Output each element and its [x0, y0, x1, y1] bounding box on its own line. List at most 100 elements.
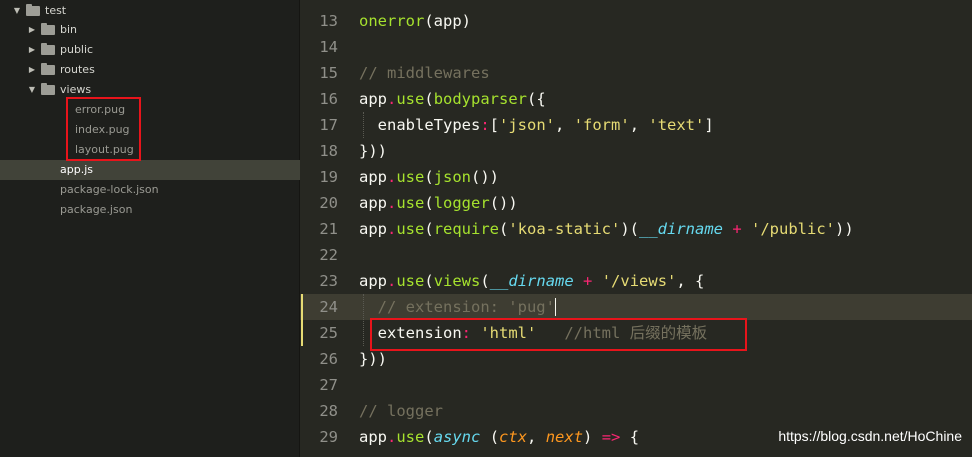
code-line[interactable]: 28 // logger	[300, 398, 972, 424]
code-token: app	[359, 90, 387, 108]
code-token: .	[387, 220, 397, 238]
code-token: app	[359, 194, 387, 212]
folder-icon	[41, 23, 55, 35]
code-token: }))	[359, 350, 387, 368]
code-token: ,	[629, 116, 649, 134]
code-token: )	[583, 428, 602, 446]
code-token: )(	[620, 220, 640, 238]
code-editor[interactable]: 13 onerror(app) 14 15// middlewares 16 app.us…	[300, 0, 972, 457]
folder-label: routes	[60, 63, 95, 76]
code-token: .	[387, 428, 397, 446]
code-token: .	[387, 272, 397, 290]
code-token: :	[480, 116, 490, 134]
code-text: app.use(require('koa-static')(__dirname …	[359, 216, 854, 242]
code-line[interactable]: 13 onerror(app)	[300, 8, 972, 34]
annotation-highlight-box	[66, 97, 141, 161]
code-line[interactable]: 17 enableTypes:['json', 'form', 'text']	[300, 112, 972, 138]
code-token: use	[396, 220, 425, 238]
line-number: 23	[319, 272, 338, 290]
code-token: ())	[471, 168, 500, 186]
folder-label: test	[45, 4, 67, 17]
code-line[interactable]: 21 app.use(require('koa-static')(__dirnam…	[300, 216, 972, 242]
tree-file-index-pug[interactable]: index.pug	[0, 120, 300, 140]
code-token: .	[387, 194, 397, 212]
code-token: 'koa-static'	[508, 220, 621, 238]
line-number: 28	[319, 402, 338, 420]
code-token: require	[433, 220, 500, 238]
code-line[interactable]: 14	[300, 34, 972, 60]
caret-right-icon[interactable]: ▶	[27, 20, 37, 40]
tree-file-package-lock-json[interactable]: package-lock.json	[0, 180, 300, 200]
code-token: (	[424, 90, 434, 108]
code-text: onerror(app)	[359, 8, 471, 34]
code-line[interactable]: 15 // middlewares	[300, 60, 972, 86]
tree-folder-bin[interactable]: ▶ bin	[0, 20, 300, 40]
code-token: onerror	[359, 12, 425, 30]
code-token: =>	[601, 428, 621, 446]
line-number: 26	[319, 350, 338, 368]
code-token: app	[359, 168, 387, 186]
file-label: package-lock.json	[60, 183, 159, 196]
line-number: 14	[319, 38, 338, 56]
code-token: 'json'	[499, 116, 556, 134]
code-token: (	[424, 272, 434, 290]
code-line[interactable]: 20 app.use(logger())	[300, 190, 972, 216]
code-line[interactable]: 18}))	[300, 138, 972, 164]
code-line[interactable]: 27	[300, 372, 972, 398]
code-text: app.use(json())	[359, 164, 499, 190]
caret-down-icon[interactable]: ▼	[12, 1, 22, 21]
tree-folder-views[interactable]: ▼ views	[0, 80, 300, 100]
watermark: https://blog.csdn.net/HoChine	[778, 428, 962, 444]
caret-right-icon[interactable]: ▶	[27, 40, 37, 60]
line-number: 13	[319, 12, 338, 30]
code-text: enableTypes:['json', 'form', 'text']	[359, 112, 714, 138]
tree-file-app-js[interactable]: app.js	[0, 160, 300, 180]
tree-file-error-pug[interactable]: error.pug	[0, 100, 300, 120]
code-token: // extension: 'pug'	[359, 298, 555, 316]
folder-label: bin	[60, 23, 78, 36]
caret-right-icon[interactable]: ▶	[27, 60, 37, 80]
folder-icon	[41, 43, 55, 55]
code-token: use	[396, 194, 425, 212]
code-token: __dirname	[489, 272, 574, 290]
folder-open-icon	[26, 4, 40, 16]
code-line[interactable]: 19 app.use(json())	[300, 164, 972, 190]
tree-folder-routes[interactable]: ▶ routes	[0, 60, 300, 80]
file-label: app.js	[60, 163, 93, 176]
code-token: ))	[835, 220, 854, 238]
code-token: views	[433, 272, 481, 290]
code-token: {	[620, 428, 640, 446]
code-token: app	[359, 272, 387, 290]
code-token: json	[433, 168, 472, 186]
code-token: [	[489, 116, 500, 134]
code-token: use	[396, 90, 425, 108]
code-text: app.use(views(__dirname + '/views', {	[359, 268, 704, 294]
tree-folder-public[interactable]: ▶ public	[0, 40, 300, 60]
code-line[interactable]: 16 app.use(bodyparser({	[300, 86, 972, 112]
code-token: next	[545, 428, 584, 446]
caret-down-icon[interactable]: ▼	[27, 80, 37, 100]
tree-file-layout-pug[interactable]: layout.pug	[0, 140, 300, 160]
code-token: use	[396, 428, 425, 446]
line-number: 17	[319, 116, 338, 134]
tree-folder-test[interactable]: ▼ test	[0, 1, 300, 21]
code-token: ctx	[499, 428, 528, 446]
line-number: 22	[319, 246, 338, 264]
code-token: (	[480, 272, 490, 290]
code-token: ]	[704, 116, 714, 134]
code-token: (	[499, 220, 509, 238]
line-number: 24	[319, 298, 338, 316]
code-line[interactable]: 23 app.use(views(__dirname + '/views', {	[300, 268, 972, 294]
code-token: (	[424, 194, 434, 212]
code-text: app.use(logger())	[359, 190, 518, 216]
line-number: 25	[319, 324, 338, 342]
code-text: app.use(bodyparser({	[359, 86, 546, 112]
code-line[interactable]: 22	[300, 242, 972, 268]
code-text: // extension: 'pug'	[359, 294, 556, 320]
code-token: app	[359, 220, 387, 238]
line-number: 16	[319, 90, 338, 108]
code-line[interactable]: 24 // extension: 'pug'	[300, 294, 972, 320]
code-token: (	[424, 428, 434, 446]
line-number: 18	[319, 142, 338, 160]
tree-file-package-json[interactable]: package.json	[0, 200, 300, 220]
